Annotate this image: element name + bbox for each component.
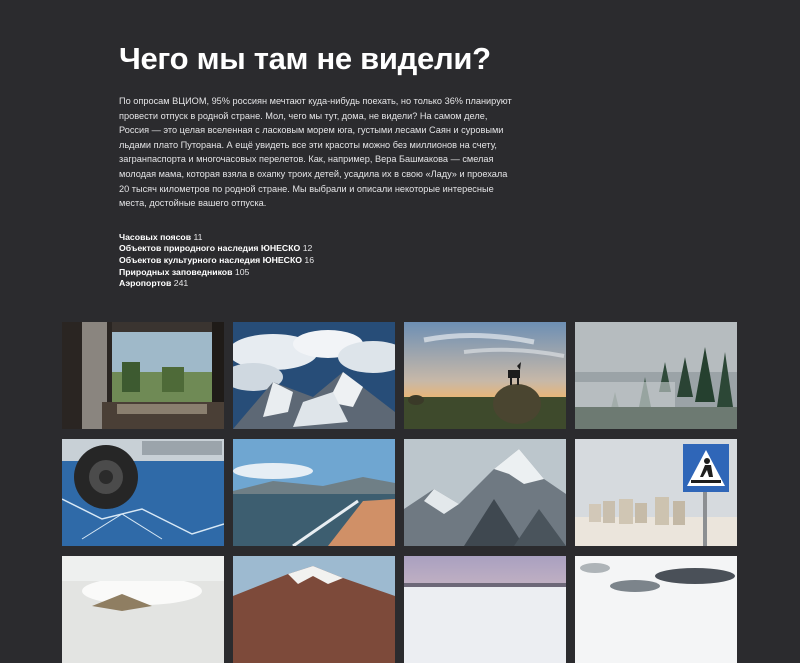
stat-label: Объектов культурного наследия ЮНЕСКО	[119, 254, 302, 265]
mountains-clouds-image	[233, 322, 395, 429]
gallery-photo-lake-shore[interactable]	[233, 439, 395, 546]
wheel-ice-image	[62, 439, 224, 546]
stat-row: Природных заповедников 105	[119, 267, 519, 279]
snowy-peaks-image	[404, 439, 566, 546]
snowy-clouds-image	[575, 556, 737, 663]
stat-value: 12	[302, 243, 313, 254]
stat-row: Аэропортов 241	[119, 278, 519, 290]
stat-row: Объектов природного наследия ЮНЕСКО 12	[119, 243, 519, 255]
stat-row: Объектов культурного наследия ЮНЕСКО 16	[119, 255, 519, 267]
article-page: Чего мы там не видели? По опросам ВЦИОМ,…	[0, 0, 800, 663]
article-header: Чего мы там не видели? По опросам ВЦИОМ,…	[119, 38, 519, 290]
intro-paragraph: По опросам ВЦИОМ, 95% россиян мечтают ку…	[119, 96, 512, 209]
foggy-forest-image	[575, 322, 737, 429]
stat-value: 11	[193, 231, 203, 242]
stat-label: Часовых поясов	[119, 231, 192, 242]
gallery-photo-foggy-forest[interactable]	[575, 322, 737, 429]
gallery-photo-volcano[interactable]	[233, 556, 395, 663]
photo-gallery	[62, 322, 738, 663]
stat-value: 105	[234, 266, 250, 277]
pedestrian-sign-image	[575, 439, 737, 546]
frozen-plain-image	[404, 556, 566, 663]
stat-label: Объектов природного наследия ЮНЕСКО	[119, 243, 301, 254]
page-title: Чего мы там не видели?	[119, 41, 491, 76]
gallery-photo-snowy-peaks[interactable]	[404, 439, 566, 546]
lake-shore-image	[233, 439, 395, 546]
gallery-photo-mountains-above-clouds[interactable]	[233, 322, 395, 429]
gallery-photo-train-window[interactable]	[62, 322, 224, 429]
gallery-photo-pedestrian-sign[interactable]	[575, 439, 737, 546]
stat-value: 241	[173, 278, 189, 289]
stats-list: Часовых поясов 11 Объектов природного на…	[119, 232, 519, 290]
wolf-haystack-image	[404, 322, 566, 429]
train-window-image	[62, 322, 224, 429]
stat-row: Часовых поясов 11	[119, 232, 519, 244]
misty-valley-image	[62, 556, 224, 663]
gallery-photo-frozen-plain[interactable]	[404, 556, 566, 663]
gallery-photo-snowy-clouds[interactable]	[575, 556, 737, 663]
gallery-photo-misty-valley[interactable]	[62, 556, 224, 663]
gallery-photo-wolf-haystack[interactable]	[404, 322, 566, 429]
stat-value: 16	[304, 254, 315, 265]
volcano-image	[233, 556, 395, 663]
gallery-photo-wheel-on-ice[interactable]	[62, 439, 224, 546]
stat-label: Природных заповедников	[119, 266, 233, 277]
stat-label: Аэропортов	[119, 278, 172, 289]
